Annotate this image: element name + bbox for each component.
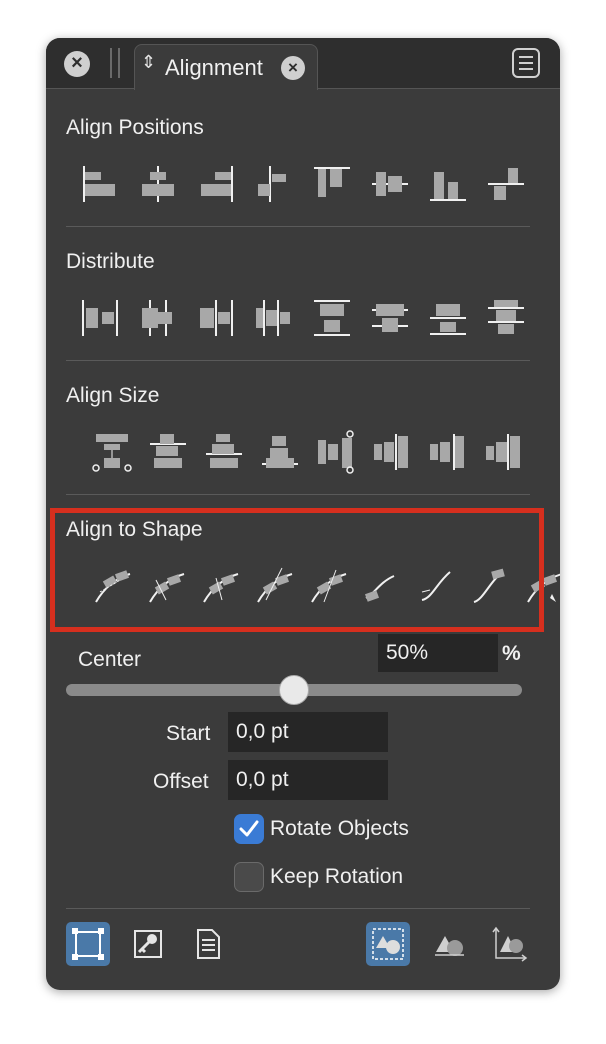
section-title-distribute: Distribute xyxy=(66,250,155,273)
offset-label: Offset xyxy=(153,770,209,793)
center-value-field[interactable]: 50% xyxy=(378,634,498,672)
offset-field[interactable]: 0,0 pt xyxy=(228,760,388,800)
selection-frame-button[interactable] xyxy=(66,922,110,966)
keep-rotation-label: Keep Rotation xyxy=(270,865,404,888)
keep-rotation-checkbox[interactable] xyxy=(234,862,264,892)
size-width-3-icon[interactable] xyxy=(258,430,302,474)
align-left-edge-right-icon[interactable] xyxy=(252,162,296,206)
section-title-align-positions: Align Positions xyxy=(66,116,204,139)
checkmark-icon xyxy=(239,820,259,837)
shape-align-icon xyxy=(435,936,464,956)
size-height-largest-icon[interactable] xyxy=(314,430,358,474)
distribute-spacing-horizontal-icon[interactable] xyxy=(252,296,296,340)
key-button[interactable] xyxy=(126,922,170,966)
shape-align-above-icon[interactable] xyxy=(90,564,134,608)
tab-title: Alignment xyxy=(165,55,263,80)
size-width-largest-icon[interactable] xyxy=(90,430,134,474)
divider xyxy=(66,908,530,909)
divider xyxy=(66,360,530,361)
close-tab-icon[interactable]: × xyxy=(281,56,305,80)
size-height-1-icon[interactable] xyxy=(370,430,414,474)
page-icon xyxy=(197,929,220,959)
align-left-icon[interactable] xyxy=(78,162,122,206)
shape-align-curve-pointer-icon[interactable] xyxy=(522,564,560,608)
align-center-horizontal-icon[interactable] xyxy=(136,162,180,206)
center-label: Center xyxy=(78,648,142,671)
grip-handle-right[interactable] xyxy=(118,48,120,78)
distribute-center-horizontal-icon[interactable] xyxy=(136,296,180,340)
size-width-1-icon[interactable] xyxy=(146,430,190,474)
divider xyxy=(66,494,530,495)
section-title-align-size: Align Size xyxy=(66,384,160,407)
size-height-3-icon[interactable] xyxy=(482,430,526,474)
align-right-icon[interactable] xyxy=(194,162,238,206)
divider xyxy=(66,226,530,227)
close-panel-icon[interactable]: × xyxy=(64,51,90,77)
shape-selection-button[interactable] xyxy=(366,922,410,966)
shape-align-center-3-icon[interactable] xyxy=(252,564,296,608)
distribute-right-icon[interactable] xyxy=(194,296,238,340)
shape-align-center-4-icon[interactable] xyxy=(306,564,350,608)
selection-frame-icon xyxy=(72,928,104,960)
start-field[interactable]: 0,0 pt xyxy=(228,712,388,752)
rotate-objects-checkbox[interactable] xyxy=(234,814,264,844)
chevron-updown-icon[interactable]: ⇕ xyxy=(141,52,156,73)
shape-transform-button[interactable] xyxy=(488,922,532,966)
shape-align-curve-3-icon[interactable] xyxy=(468,564,512,608)
shape-selection-icon xyxy=(372,928,404,960)
distribute-left-icon[interactable] xyxy=(78,296,122,340)
distribute-spacing-vertical-icon[interactable] xyxy=(484,296,528,340)
distribute-middle-vertical-icon[interactable] xyxy=(368,296,412,340)
shape-align-center-2-icon[interactable] xyxy=(198,564,242,608)
shape-transform-icon xyxy=(492,926,528,962)
shape-align-button[interactable] xyxy=(428,922,472,966)
align-bottom-icon[interactable] xyxy=(426,162,470,206)
key-icon xyxy=(134,930,162,958)
shape-align-curve-2-icon[interactable] xyxy=(414,564,458,608)
shape-align-curve-1-icon[interactable] xyxy=(360,564,404,608)
align-middle-vertical-icon[interactable] xyxy=(368,162,412,206)
center-unit: % xyxy=(502,642,521,665)
tab-alignment[interactable]: ⇕ Alignment × xyxy=(134,44,318,90)
tab-bar: × ⇕ Alignment × xyxy=(46,38,560,90)
page-button[interactable] xyxy=(186,922,230,966)
distribute-bottom-icon[interactable] xyxy=(426,296,470,340)
size-width-2-icon[interactable] xyxy=(202,430,246,474)
shape-align-center-1-icon[interactable] xyxy=(144,564,188,608)
align-top-icon[interactable] xyxy=(310,162,354,206)
distribute-top-icon[interactable] xyxy=(310,296,354,340)
panel-menu-icon[interactable] xyxy=(512,48,540,78)
align-bottom-edge-top-icon[interactable] xyxy=(484,162,528,206)
start-label: Start xyxy=(166,722,211,745)
section-title-align-to-shape: Align to Shape xyxy=(66,518,203,541)
size-height-2-icon[interactable] xyxy=(426,430,470,474)
center-slider-knob[interactable] xyxy=(279,675,309,705)
alignment-panel: × ⇕ Alignment × Align Positions Distribu… xyxy=(46,38,560,990)
rotate-objects-label: Rotate Objects xyxy=(270,817,409,840)
grip-handle-left[interactable] xyxy=(110,48,112,78)
